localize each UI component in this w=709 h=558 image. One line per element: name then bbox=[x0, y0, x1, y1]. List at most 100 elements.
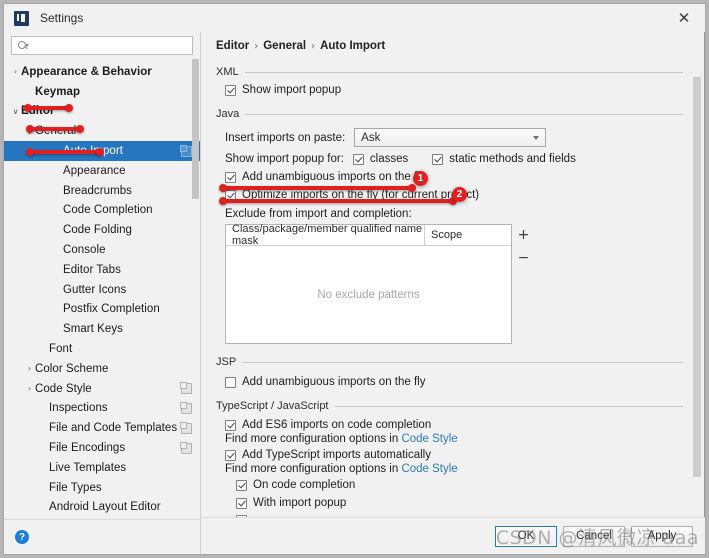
checkbox-on-code-completion[interactable] bbox=[236, 479, 247, 491]
checkbox-row-add-es6-imports[interactable]: Add ES6 imports on code completion bbox=[225, 419, 683, 431]
exclude-table[interactable]: Class/package/member qualified name mask… bbox=[225, 223, 512, 344]
checkbox-show-import-popup[interactable] bbox=[225, 84, 236, 96]
insert-imports-dropdown[interactable]: Ask bbox=[354, 128, 547, 147]
dialog-footer: OK Cancel Apply bbox=[201, 517, 705, 554]
title-bar: Settings ✕ bbox=[4, 4, 705, 32]
chevron-right-icon[interactable]: › bbox=[24, 364, 35, 373]
settings-tree[interactable]: › Appearance & Behavior Keymap ∨ Editor ∨ Gene… bbox=[4, 60, 200, 519]
checkbox-row-with-import-popup[interactable]: With import popup bbox=[236, 497, 683, 509]
label-classes: classes bbox=[369, 153, 409, 165]
sidebar-item-general[interactable]: ∨ General bbox=[4, 121, 200, 141]
sidebar-item-smart-keys[interactable]: Smart Keys bbox=[4, 319, 200, 339]
sidebar-item-live-templates[interactable]: Live Templates bbox=[4, 458, 200, 478]
cancel-button[interactable]: Cancel bbox=[563, 525, 625, 547]
settings-sidebar: › Appearance & Behavior Keymap ∨ Editor ∨ Gene… bbox=[4, 32, 201, 554]
group-divider bbox=[244, 71, 683, 73]
content-scrollbar-track[interactable] bbox=[693, 32, 703, 517]
exclude-table-header: Class/package/member qualified name mask… bbox=[226, 223, 511, 247]
link-code-style-2[interactable]: Code Style bbox=[401, 463, 457, 475]
project-scope-icon bbox=[180, 144, 192, 157]
sidebar-scrollbar[interactable] bbox=[192, 59, 199, 199]
checkbox-row-add-unambiguous-java[interactable]: Add unambiguous imports on the fly bbox=[225, 171, 683, 183]
sidebar-item-label: Android Layout Editor bbox=[49, 501, 161, 514]
ok-button[interactable]: OK bbox=[495, 525, 557, 547]
close-icon[interactable]: ✕ bbox=[663, 4, 705, 32]
help-icon[interactable]: ? bbox=[15, 530, 29, 544]
sidebar-item-label: Editor Tabs bbox=[63, 263, 121, 276]
sidebar-item-color-scheme[interactable]: › Color Scheme bbox=[4, 359, 200, 379]
sidebar-item-label: Auto Import bbox=[63, 145, 123, 158]
checkbox-row-optimize-imports[interactable]: Optimize imports on the fly (for current… bbox=[225, 189, 683, 201]
checkbox-row-clipped[interactable] bbox=[236, 515, 683, 517]
checkbox-row-add-typescript-imports[interactable]: Add TypeScript imports automatically bbox=[225, 449, 683, 461]
sidebar-item-auto-import[interactable]: Auto Import bbox=[4, 141, 200, 161]
sidebar-item-breadcrumbs[interactable]: Breadcrumbs bbox=[4, 181, 200, 201]
search-box[interactable] bbox=[11, 36, 193, 55]
checkbox-optimize-imports[interactable] bbox=[225, 189, 236, 201]
column-header-scope[interactable]: Scope bbox=[425, 225, 511, 245]
sidebar-item-appearance[interactable]: Appearance bbox=[4, 161, 200, 181]
sidebar-item-file-and-code-templates[interactable]: File and Code Templates bbox=[4, 418, 200, 438]
label-optimize-imports: Optimize imports on the fly (for current… bbox=[242, 189, 480, 201]
group-header-xml: XML bbox=[216, 66, 683, 78]
sidebar-item-font[interactable]: Font bbox=[4, 339, 200, 359]
sidebar-item-label: Inspections bbox=[49, 402, 108, 415]
search-input[interactable] bbox=[29, 39, 192, 52]
group-jsp: JSP Add unambiguous imports on the fly bbox=[216, 356, 683, 388]
sidebar-item-label: Breadcrumbs bbox=[63, 184, 132, 197]
checkbox-static-methods-and-fields[interactable] bbox=[432, 153, 444, 165]
group-divider bbox=[245, 113, 683, 115]
screenshot-root: Settings ✕ › Appearance & Behavior Keymap ∨… bbox=[0, 0, 709, 558]
chevron-down-icon[interactable]: ∨ bbox=[24, 127, 35, 136]
hint-code-style-es6: Find more configuration options in Code … bbox=[225, 433, 683, 445]
checkbox-add-unambiguous-imports-jsp[interactable] bbox=[225, 376, 236, 388]
label-exclude-from-import: Exclude from import and completion: bbox=[225, 208, 412, 220]
sidebar-item-code-style[interactable]: › Code Style bbox=[4, 379, 200, 399]
content-right-border bbox=[704, 32, 705, 517]
sidebar-item-editor-tabs[interactable]: Editor Tabs bbox=[4, 260, 200, 280]
chevron-right-icon[interactable]: › bbox=[24, 384, 35, 393]
add-pattern-button[interactable]: + bbox=[515, 226, 533, 243]
sidebar-item-postfix-completion[interactable]: Postfix Completion bbox=[4, 300, 200, 320]
sidebar-item-editor[interactable]: ∨ Editor bbox=[4, 102, 200, 122]
link-code-style-1[interactable]: Code Style bbox=[401, 433, 457, 445]
hint-code-style-typescript: Find more configuration options in Code … bbox=[225, 463, 683, 475]
sidebar-item-label: Console bbox=[63, 244, 106, 257]
sidebar-item-file-encodings[interactable]: File Encodings bbox=[4, 438, 200, 458]
chevron-down-icon[interactable]: ∨ bbox=[10, 107, 21, 116]
sidebar-item-keymap[interactable]: Keymap bbox=[4, 82, 200, 102]
breadcrumb-item-editor[interactable]: Editor bbox=[216, 40, 249, 52]
checkbox-add-es6-imports[interactable] bbox=[225, 419, 236, 431]
sidebar-item-inspections[interactable]: Inspections bbox=[4, 399, 200, 419]
sidebar-item-appearance-behavior[interactable]: › Appearance & Behavior bbox=[4, 62, 200, 82]
sidebar-item-file-types[interactable]: File Types bbox=[4, 478, 200, 498]
sidebar-item-gutter-icons[interactable]: Gutter Icons bbox=[4, 280, 200, 300]
breadcrumb-item-general[interactable]: General bbox=[263, 40, 306, 52]
checkbox-add-typescript-imports[interactable] bbox=[225, 449, 236, 461]
sidebar-item-code-folding[interactable]: Code Folding bbox=[4, 220, 200, 240]
breadcrumb-item-auto-import: Auto Import bbox=[320, 40, 386, 52]
content-scrollbar-thumb[interactable] bbox=[693, 77, 701, 477]
checkbox-row-on-code-completion[interactable]: On code completion bbox=[236, 479, 683, 491]
chevron-right-icon[interactable]: › bbox=[10, 67, 21, 76]
group-divider bbox=[334, 405, 683, 407]
group-header-java: Java bbox=[216, 108, 683, 120]
checkbox-classes[interactable] bbox=[352, 153, 364, 165]
label-with-import-popup: With import popup bbox=[253, 497, 347, 509]
dialog-body: › Appearance & Behavior Keymap ∨ Editor ∨ Gene… bbox=[4, 32, 705, 554]
intellij-idea-icon bbox=[14, 10, 29, 26]
checkbox-with-import-popup[interactable] bbox=[236, 497, 247, 509]
column-header-mask[interactable]: Class/package/member qualified name mask bbox=[226, 223, 425, 247]
label-add-es6-imports: Add ES6 imports on code completion bbox=[242, 419, 432, 431]
sidebar-item-code-completion[interactable]: Code Completion bbox=[4, 201, 200, 221]
sidebar-item-android-layout-editor[interactable]: Android Layout Editor bbox=[4, 498, 200, 518]
sidebar-item-console[interactable]: Console bbox=[4, 240, 200, 260]
sidebar-item-copyright[interactable]: ›Copyright bbox=[4, 517, 200, 519]
remove-pattern-button[interactable]: − bbox=[515, 249, 533, 266]
checkbox-row-add-unambiguous-jsp[interactable]: Add unambiguous imports on the fly bbox=[225, 376, 683, 388]
apply-button[interactable]: Apply bbox=[631, 525, 693, 547]
checkbox-add-unambiguous-imports-java[interactable] bbox=[225, 171, 236, 183]
checkbox-clipped-row[interactable] bbox=[236, 515, 247, 517]
checkbox-row-show-import-popup[interactable]: Show import popup bbox=[225, 84, 683, 96]
exclude-table-empty-text: No exclude patterns bbox=[317, 288, 420, 301]
